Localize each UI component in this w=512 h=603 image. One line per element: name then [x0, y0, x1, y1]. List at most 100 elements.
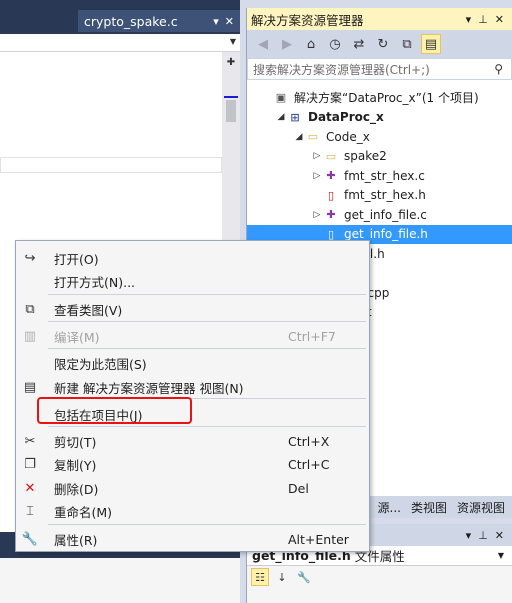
folder-icon: ▭ — [325, 149, 337, 163]
menu-separator — [48, 524, 366, 525]
tree-node-label: fmt_str_hex.h — [344, 188, 426, 203]
menu-item-shortcut: Del — [288, 480, 309, 496]
menu-item[interactable]: 打开方式(N)... — [16, 270, 369, 292]
tree-node-label: spake2 — [344, 149, 387, 164]
tree-node[interactable]: ▷ ✚ fmt_str_hex.c — [247, 166, 512, 186]
scissors-icon: ✂ — [24, 433, 36, 449]
tree-node-label: Code_x — [326, 129, 370, 144]
show-all-files-icon[interactable]: ▤ — [421, 34, 441, 54]
menu-item[interactable]: ⌶ 重命名(M) — [16, 500, 369, 522]
chevron-down-icon[interactable]: ▼ — [498, 551, 512, 560]
menu-separator — [48, 294, 366, 295]
highlight-box — [37, 397, 192, 424]
menu-item-label: 打开方式(N)... — [54, 274, 136, 290]
menu-separator — [48, 321, 366, 322]
search-input[interactable]: 搜索解决方案资源管理器(Ctrl+;) ⚲ — [247, 58, 512, 80]
menu-item[interactable]: ⧉ 查看类图(V) — [16, 298, 369, 320]
close-icon[interactable]: ✕ — [225, 15, 234, 28]
menu-item-shortcut: Ctrl+F7 — [288, 328, 336, 344]
alphabetical-icon[interactable]: ↓ — [273, 568, 291, 586]
class-diagram-icon: ⧉ — [25, 301, 35, 317]
copy-icon: ❐ — [24, 456, 36, 472]
context-menu: ↪ 打开(O) 打开方式(N)... ⧉ 查看类图(V) ▥ 编译(M) Ctrl+F7 限定为… — [15, 240, 370, 552]
tab-solution-explorer[interactable]: 源... — [378, 499, 401, 516]
tree-node[interactable]: ▷ ▭ spake2 — [247, 147, 512, 167]
menu-item[interactable]: ✕ 删除(D) Del — [16, 477, 369, 499]
menu-item-label: 重命名(M) — [54, 504, 113, 520]
split-handle-icon[interactable]: ✚ — [224, 56, 238, 70]
editor-tab-title: crypto_spake.c — [84, 13, 178, 29]
properties-toolbar: ☷ ↓ 🔧 — [247, 566, 512, 588]
chevron-down-icon[interactable]: ▼ — [230, 37, 236, 46]
menu-item-label: 编译(M) — [54, 329, 100, 345]
pin-icon[interactable]: ⊥ — [478, 13, 488, 26]
excluded-file-icon: ▯ — [327, 188, 335, 202]
solution-icon: ▣ — [275, 91, 287, 105]
categorized-icon[interactable]: ☷ — [251, 568, 269, 586]
tree-node[interactable]: ◢ ▭ Code_x — [247, 127, 512, 147]
collapsed-arrow-icon[interactable]: ▷ — [311, 171, 323, 181]
menu-item-label: 打开(O) — [54, 251, 99, 267]
menu-item[interactable]: ↪ 打开(O) — [16, 247, 369, 269]
tab-dropdown-icon[interactable]: ▾ — [213, 15, 219, 28]
tree-node-label: get_info_file.c — [344, 207, 427, 222]
menu-item-label: 属性(R) — [54, 532, 98, 548]
solution-explorer-toolbar: ◀ ▶ ⌂ ◷ ⇄ ↻ ⧉ ▤ — [247, 30, 512, 58]
menu-item[interactable]: ✂ 剪切(T) Ctrl+X — [16, 430, 369, 452]
sync-icon[interactable]: ⇄ — [349, 34, 369, 54]
bottom-panel-body — [0, 558, 240, 603]
menu-item[interactable]: 限定为此范围(S) — [16, 352, 369, 374]
menu-item-label: 复制(Y) — [54, 457, 97, 473]
delete-x-icon: ✕ — [24, 480, 36, 496]
search-placeholder: 搜索解决方案资源管理器(Ctrl+;) — [253, 62, 430, 77]
menu-separator — [48, 348, 366, 349]
menu-item-label: 剪切(T) — [54, 434, 97, 450]
tree-node[interactable]: ▯ fmt_str_hex.h — [247, 186, 512, 206]
pin-icon[interactable]: ⊥ — [478, 529, 488, 542]
tree-node[interactable]: ◢ ⊞ DataProc_x — [247, 108, 512, 128]
property-pages-icon[interactable]: 🔧 — [295, 568, 313, 586]
collapsed-arrow-icon[interactable]: ▷ — [311, 151, 323, 161]
c-file-icon: ✚ — [326, 208, 336, 222]
refresh-icon[interactable]: ↻ — [373, 34, 393, 54]
menu-item-label: 限定为此范围(S) — [54, 356, 147, 372]
menu-item-shortcut: Alt+Enter — [288, 531, 349, 547]
menu-item[interactable]: 🔧 属性(R) Alt+Enter — [16, 528, 369, 550]
tab-class-view[interactable]: 类视图 — [411, 499, 447, 516]
c-file-icon: ✚ — [326, 169, 336, 183]
forward-icon[interactable]: ▶ — [277, 34, 297, 54]
menu-item[interactable]: ▤ 新建 解决方案资源管理器 视图(N) — [16, 376, 369, 398]
expanded-arrow-icon[interactable]: ◢ — [275, 112, 287, 122]
close-icon[interactable]: ✕ — [495, 13, 504, 26]
editor-tabstrip: crypto_spake.c ▾ ✕ — [0, 0, 240, 34]
tree-node-label: DataProc_x — [308, 110, 384, 125]
back-icon[interactable]: ◀ — [253, 34, 273, 54]
open-arrow-icon: ↪ — [24, 250, 36, 266]
close-icon[interactable]: ✕ — [495, 529, 504, 542]
editor-nav-bar[interactable]: ▼ — [0, 34, 240, 52]
editor-tab[interactable]: crypto_spake.c ▾ ✕ — [78, 10, 240, 32]
folder-icon: ▭ — [307, 130, 319, 144]
tree-node[interactable]: ▷ ✚ get_info_file.c — [247, 205, 512, 225]
scroll-marker — [224, 96, 238, 98]
window-position-icon[interactable]: ▾ — [466, 13, 472, 26]
expanded-arrow-icon[interactable]: ◢ — [293, 132, 305, 142]
wrench-icon: 🔧 — [21, 531, 39, 547]
collapse-all-icon[interactable]: ⧉ — [397, 34, 417, 54]
menu-item-label: 查看类图(V) — [54, 302, 123, 318]
current-line-highlight — [0, 157, 222, 173]
scroll-thumb[interactable] — [226, 100, 236, 122]
window-position-icon[interactable]: ▾ — [466, 529, 472, 542]
menu-separator — [48, 426, 366, 427]
history-icon[interactable]: ◷ — [325, 34, 345, 54]
menu-item[interactable]: ❐ 复制(Y) Ctrl+C — [16, 453, 369, 475]
panel-title: 解决方案资源管理器 — [251, 12, 364, 28]
search-icon[interactable]: ⚲ — [494, 62, 511, 76]
menu-item[interactable]: ▥ 编译(M) Ctrl+F7 — [16, 325, 369, 347]
tab-resource-view[interactable]: 资源视图 — [457, 499, 505, 516]
home-icon[interactable]: ⌂ — [301, 34, 321, 54]
menu-item-label: 新建 解决方案资源管理器 视图(N) — [54, 380, 244, 396]
collapsed-arrow-icon[interactable]: ▷ — [311, 210, 323, 220]
tree-node[interactable]: ▣ 解决方案“DataProc_x”(1 个项目) — [247, 88, 512, 108]
new-view-icon: ▤ — [23, 379, 37, 395]
